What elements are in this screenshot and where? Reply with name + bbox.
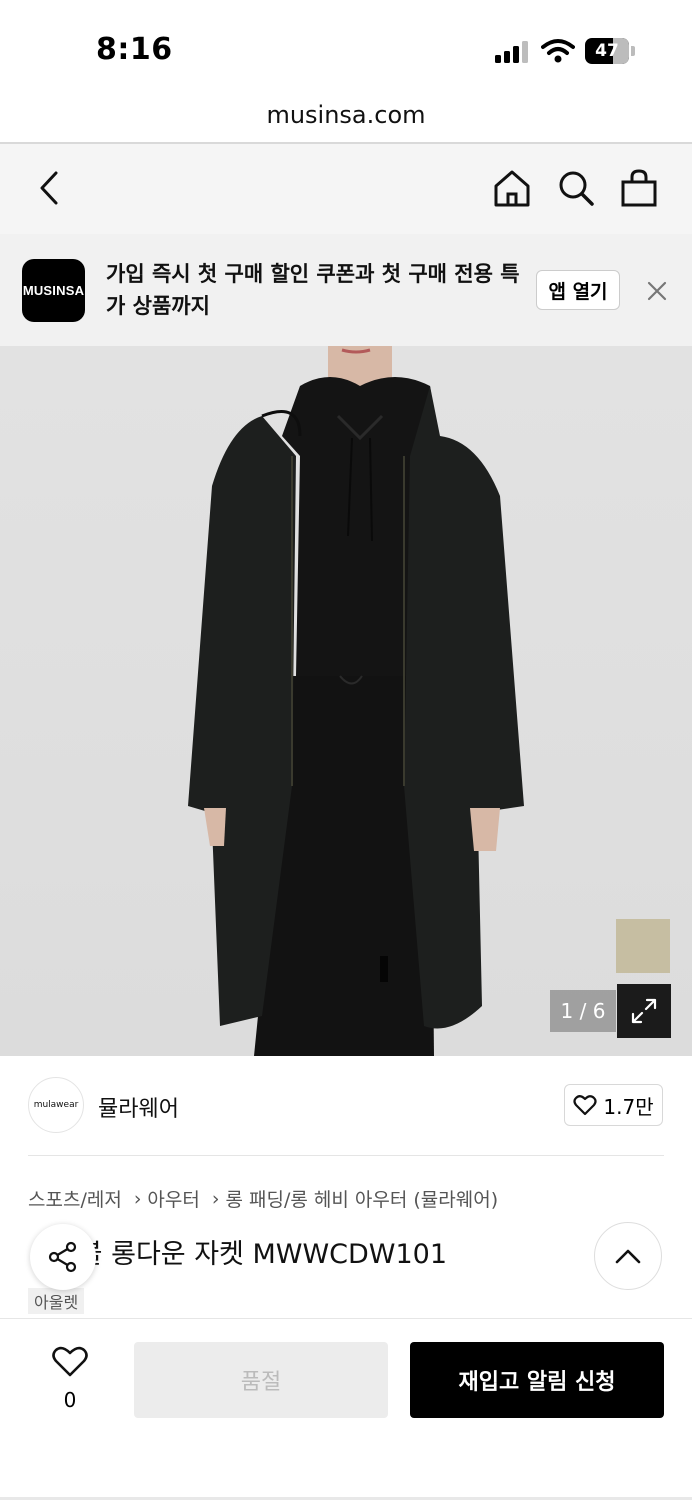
back-icon[interactable] — [36, 170, 64, 206]
restock-alert-button[interactable]: 재입고 알림 신청 — [410, 1342, 664, 1418]
musinsa-logo: MUSINSA — [22, 259, 85, 322]
chevron-right-icon: › — [211, 1187, 220, 1210]
wifi-icon — [541, 39, 575, 63]
expand-icon — [631, 998, 657, 1024]
breadcrumb-item[interactable]: 스포츠/레저 — [28, 1185, 122, 1212]
scroll-top-button[interactable] — [594, 1222, 662, 1290]
divider — [28, 1155, 664, 1156]
image-counter: 1 / 6 — [550, 990, 616, 1032]
open-app-button[interactable]: 앱 열기 — [536, 270, 620, 310]
share-icon — [48, 1241, 77, 1273]
shopping-bag-icon[interactable] — [620, 168, 658, 208]
breadcrumb-item[interactable]: 롱 패딩/롱 헤비 아우터 (뮬라웨어) — [225, 1185, 498, 1212]
color-swatch[interactable] — [616, 919, 670, 973]
share-button[interactable] — [30, 1224, 96, 1290]
wishlist-heart-icon[interactable] — [52, 1346, 88, 1378]
breadcrumb-item[interactable]: 아우터 — [147, 1185, 199, 1212]
chevron-right-icon: › — [133, 1187, 142, 1210]
breadcrumb: 스포츠/레저 › 아우터 › 롱 패딩/롱 헤비 아우터 (뮬라웨어) — [28, 1185, 498, 1212]
home-icon[interactable] — [492, 168, 532, 208]
brand-like-count: 1.7만 — [603, 1094, 654, 1119]
brand-logo[interactable]: mulawear — [28, 1077, 84, 1133]
model-illustration — [188, 346, 524, 1056]
battery-level: 47 — [595, 41, 619, 61]
url-text[interactable]: musinsa.com — [0, 101, 692, 129]
brand-like-button[interactable]: 1.7만 — [564, 1084, 663, 1126]
cellular-signal-icon — [495, 41, 528, 63]
close-icon[interactable] — [646, 280, 668, 302]
expand-image-button[interactable] — [617, 984, 671, 1038]
search-icon[interactable] — [556, 168, 596, 208]
product-image[interactable] — [0, 346, 692, 1056]
wishlist-count: 0 — [63, 1388, 77, 1412]
banner-message: 가입 즉시 첫 구매 할인 쿠폰과 첫 구매 전용 특가 상품까지 — [106, 262, 520, 318]
brand-name[interactable]: 뮬라웨어 — [98, 1091, 179, 1123]
chevron-up-icon — [615, 1249, 641, 1264]
brand-logo-text: mulawear — [33, 1100, 79, 1110]
soldout-button: 품절 — [134, 1342, 388, 1418]
battery-icon: 47 — [585, 38, 635, 64]
heart-icon — [573, 1095, 597, 1116]
outlet-badge: 아울렛 — [28, 1288, 85, 1314]
status-time: 8:16 — [96, 32, 173, 67]
